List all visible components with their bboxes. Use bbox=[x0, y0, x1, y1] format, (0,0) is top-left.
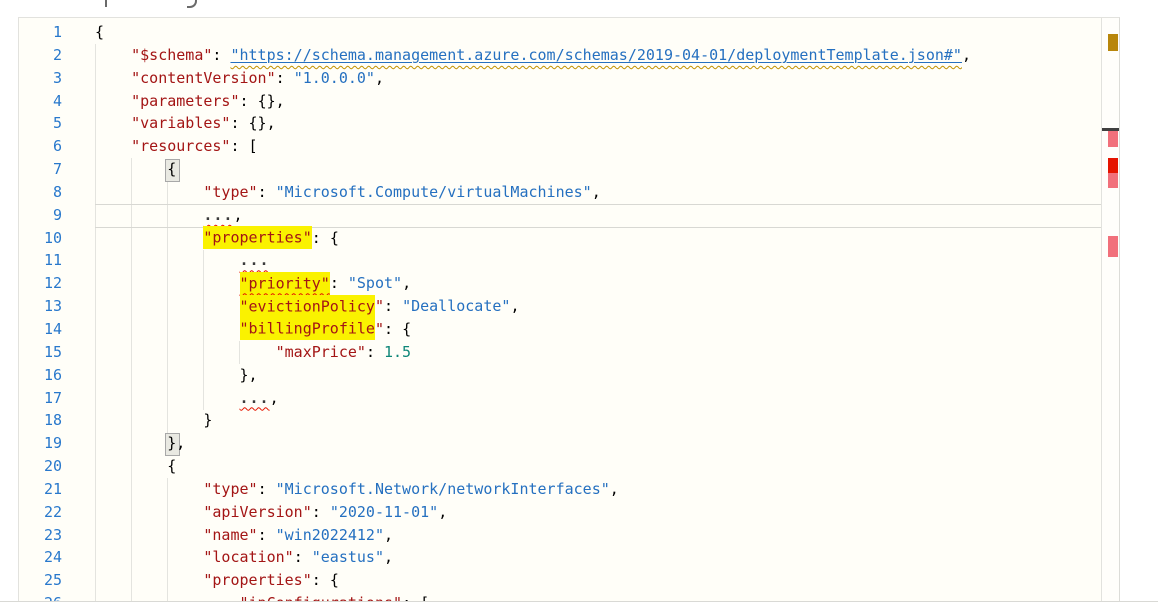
code-line[interactable]: "contentVersion": "1.0.0.0", bbox=[95, 67, 971, 90]
ruler-mark-error bbox=[1108, 131, 1118, 147]
indentation bbox=[95, 571, 203, 589]
code-line[interactable]: "resources": [ bbox=[95, 135, 971, 158]
line-number: 21 bbox=[19, 478, 62, 501]
overview-ruler[interactable] bbox=[1101, 17, 1120, 602]
indentation bbox=[95, 343, 276, 361]
code-line[interactable]: ..., bbox=[95, 204, 971, 227]
line-number: 9 bbox=[19, 204, 62, 227]
line-number: 17 bbox=[19, 387, 62, 410]
highlighted-key-evictionPolicy: "evictionPolicy bbox=[240, 295, 375, 318]
code-line[interactable]: "parameters": {}, bbox=[95, 90, 971, 113]
line-number: 14 bbox=[19, 318, 62, 341]
line-number: 10 bbox=[19, 227, 62, 250]
line-number: 3 bbox=[19, 67, 62, 90]
highlighted-key-priority: "priority" bbox=[240, 272, 330, 295]
line-number: 19 bbox=[19, 432, 62, 455]
indentation bbox=[95, 69, 131, 87]
line-number: 20 bbox=[19, 455, 62, 478]
clipped-text-fragment bbox=[187, 0, 197, 8]
indentation bbox=[95, 183, 203, 201]
indentation bbox=[95, 320, 240, 338]
ruler-mark-error-active bbox=[1108, 158, 1118, 173]
gutter: 1234567891011121314151617181920212223242… bbox=[19, 21, 62, 602]
line-number: 18 bbox=[19, 409, 62, 432]
indentation bbox=[95, 206, 203, 224]
line-number: 22 bbox=[19, 501, 62, 524]
line-number: 16 bbox=[19, 364, 62, 387]
code-line[interactable]: "priority": "Spot", bbox=[95, 272, 971, 295]
code-line[interactable]: "maxPrice": 1.5 bbox=[95, 341, 971, 364]
code-line[interactable]: "name": "win2022412", bbox=[95, 524, 971, 547]
collapsed-region: ... bbox=[203, 206, 233, 224]
collapsed-region: ... bbox=[240, 251, 270, 269]
line-number: 2 bbox=[19, 44, 62, 67]
code-line[interactable]: } bbox=[95, 409, 971, 432]
squiggle-wrapper: "https://schema.management.azure.com/sch… bbox=[230, 46, 962, 64]
line-number: 6 bbox=[19, 135, 62, 158]
code-editor[interactable]: 1234567891011121314151617181920212223242… bbox=[18, 17, 1102, 602]
indentation bbox=[95, 457, 167, 475]
code-line[interactable]: "properties": { bbox=[95, 569, 971, 592]
schema-url-link[interactable]: "https://schema.management.azure.com/sch… bbox=[230, 46, 962, 64]
code-line[interactable]: "location": "eastus", bbox=[95, 546, 971, 569]
indentation bbox=[95, 389, 240, 407]
line-number: 24 bbox=[19, 546, 62, 569]
clipped-text-fragment bbox=[105, 0, 107, 7]
indentation bbox=[95, 251, 240, 269]
indentation bbox=[95, 297, 240, 315]
indentation bbox=[95, 434, 167, 452]
indentation bbox=[95, 526, 203, 544]
line-number: 15 bbox=[19, 341, 62, 364]
indentation bbox=[95, 114, 131, 132]
line-number: 4 bbox=[19, 90, 62, 113]
code-line[interactable]: "billingProfile": { bbox=[95, 318, 971, 341]
code-line[interactable]: "apiVersion": "2020-11-01", bbox=[95, 501, 971, 524]
matched-close-brace: } bbox=[167, 434, 176, 452]
ruler-mark-error bbox=[1108, 236, 1118, 257]
line-number: 5 bbox=[19, 112, 62, 135]
indentation bbox=[95, 366, 240, 384]
collapsed-region: ... bbox=[240, 389, 270, 407]
code-line[interactable]: }, bbox=[95, 432, 971, 455]
code-line[interactable]: ..., bbox=[95, 387, 971, 410]
code-line[interactable]: "type": "Microsoft.Compute/virtualMachin… bbox=[95, 181, 971, 204]
ruler-mark-error bbox=[1108, 173, 1118, 188]
editor-bottom-border bbox=[0, 601, 1158, 602]
indentation bbox=[95, 46, 131, 64]
indentation bbox=[95, 229, 203, 247]
code-line[interactable]: }, bbox=[95, 364, 971, 387]
line-number: 25 bbox=[19, 569, 62, 592]
editor-screenshot: 1234567891011121314151617181920212223242… bbox=[0, 0, 1158, 611]
highlighted-key-billingProfile: "billingProfile bbox=[240, 317, 375, 340]
indentation bbox=[95, 548, 203, 566]
code-line[interactable]: "evictionPolicy": "Deallocate", bbox=[95, 295, 971, 318]
indentation bbox=[95, 411, 203, 429]
indentation bbox=[95, 274, 240, 292]
code-line[interactable]: "variables": {}, bbox=[95, 112, 971, 135]
indentation bbox=[95, 503, 203, 521]
code-line[interactable]: "$schema": "https://schema.management.az… bbox=[95, 44, 971, 67]
code-line[interactable]: { bbox=[95, 455, 971, 478]
line-number: 7 bbox=[19, 158, 62, 181]
line-number: 23 bbox=[19, 524, 62, 547]
code-lines: { "$schema": "https://schema.management.… bbox=[95, 21, 971, 602]
code-line[interactable]: "properties": { bbox=[95, 227, 971, 250]
line-number: 8 bbox=[19, 181, 62, 204]
line-number: 13 bbox=[19, 295, 62, 318]
code-line[interactable]: { bbox=[95, 158, 971, 181]
indentation bbox=[95, 160, 167, 178]
indentation bbox=[95, 480, 203, 498]
line-number: 12 bbox=[19, 272, 62, 295]
code-line[interactable]: ... bbox=[95, 249, 971, 272]
code-line[interactable]: "type": "Microsoft.Network/networkInterf… bbox=[95, 478, 971, 501]
indentation bbox=[95, 92, 131, 110]
code-line[interactable]: { bbox=[95, 21, 971, 44]
matched-open-brace: { bbox=[167, 160, 176, 178]
ruler-mark-warning bbox=[1108, 34, 1118, 51]
highlighted-key-properties: "properties" bbox=[203, 226, 311, 249]
indentation bbox=[95, 137, 131, 155]
line-number: 11 bbox=[19, 249, 62, 272]
line-number: 1 bbox=[19, 21, 62, 44]
